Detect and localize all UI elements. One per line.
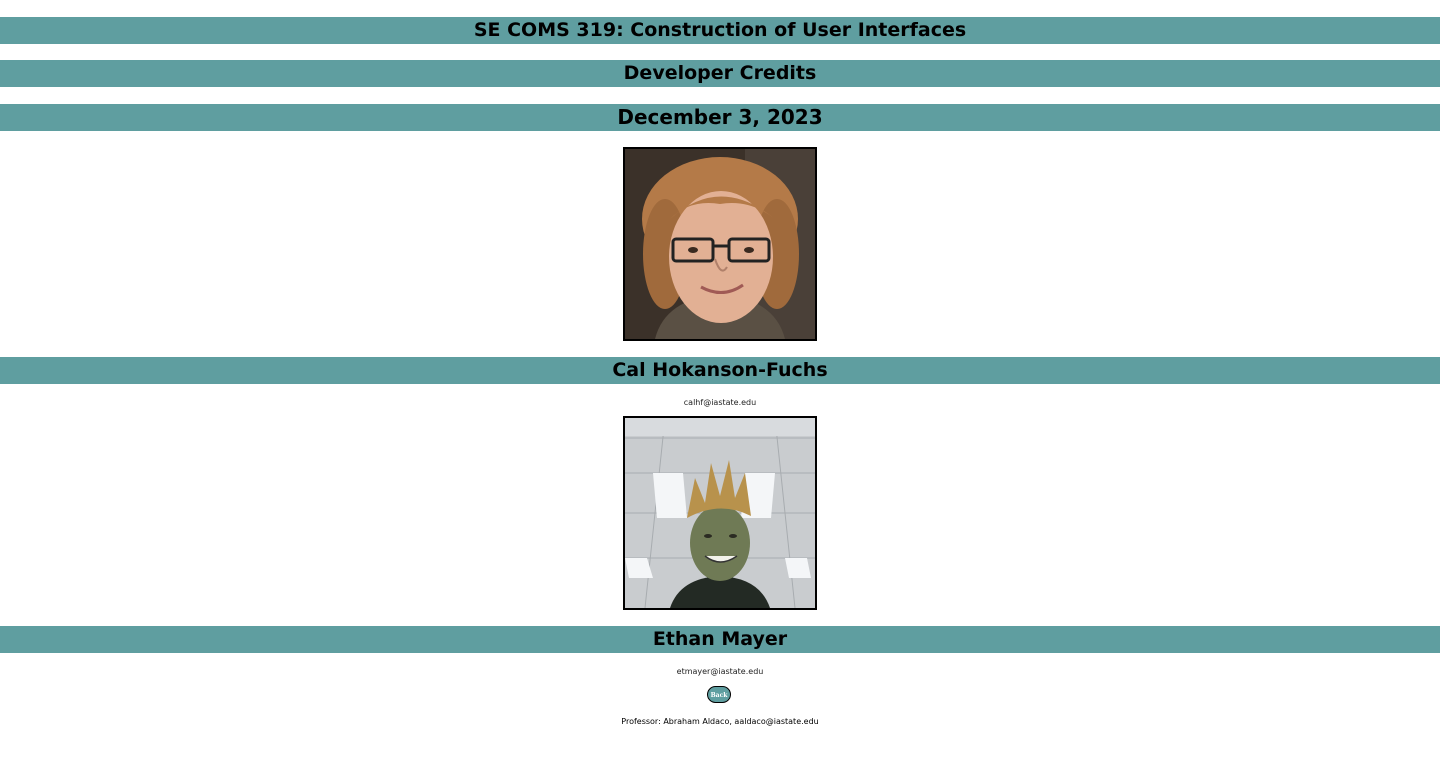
course-title: SE COMS 319: Construction of User Interf… — [0, 17, 1440, 44]
back-button[interactable]: Back — [707, 686, 731, 703]
developer-email-ethan: etmayer@iastate.edu — [676, 667, 764, 676]
developer-email-cal: calhf@iastate.edu — [683, 398, 757, 407]
developer-photo-ethan — [623, 416, 817, 610]
portrait-image — [625, 149, 815, 339]
developer-photo-cal — [623, 147, 817, 341]
date-heading: December 3, 2023 — [0, 104, 1440, 131]
developer-name-cal: Cal Hokanson-Fuchs — [0, 357, 1440, 384]
developer-name-ethan: Ethan Mayer — [0, 626, 1440, 653]
portrait-image — [625, 418, 815, 608]
professor-credit: Professor: Abraham Aldaco, aaldaco@iasta… — [621, 717, 819, 726]
page-title: Developer Credits — [0, 60, 1440, 87]
